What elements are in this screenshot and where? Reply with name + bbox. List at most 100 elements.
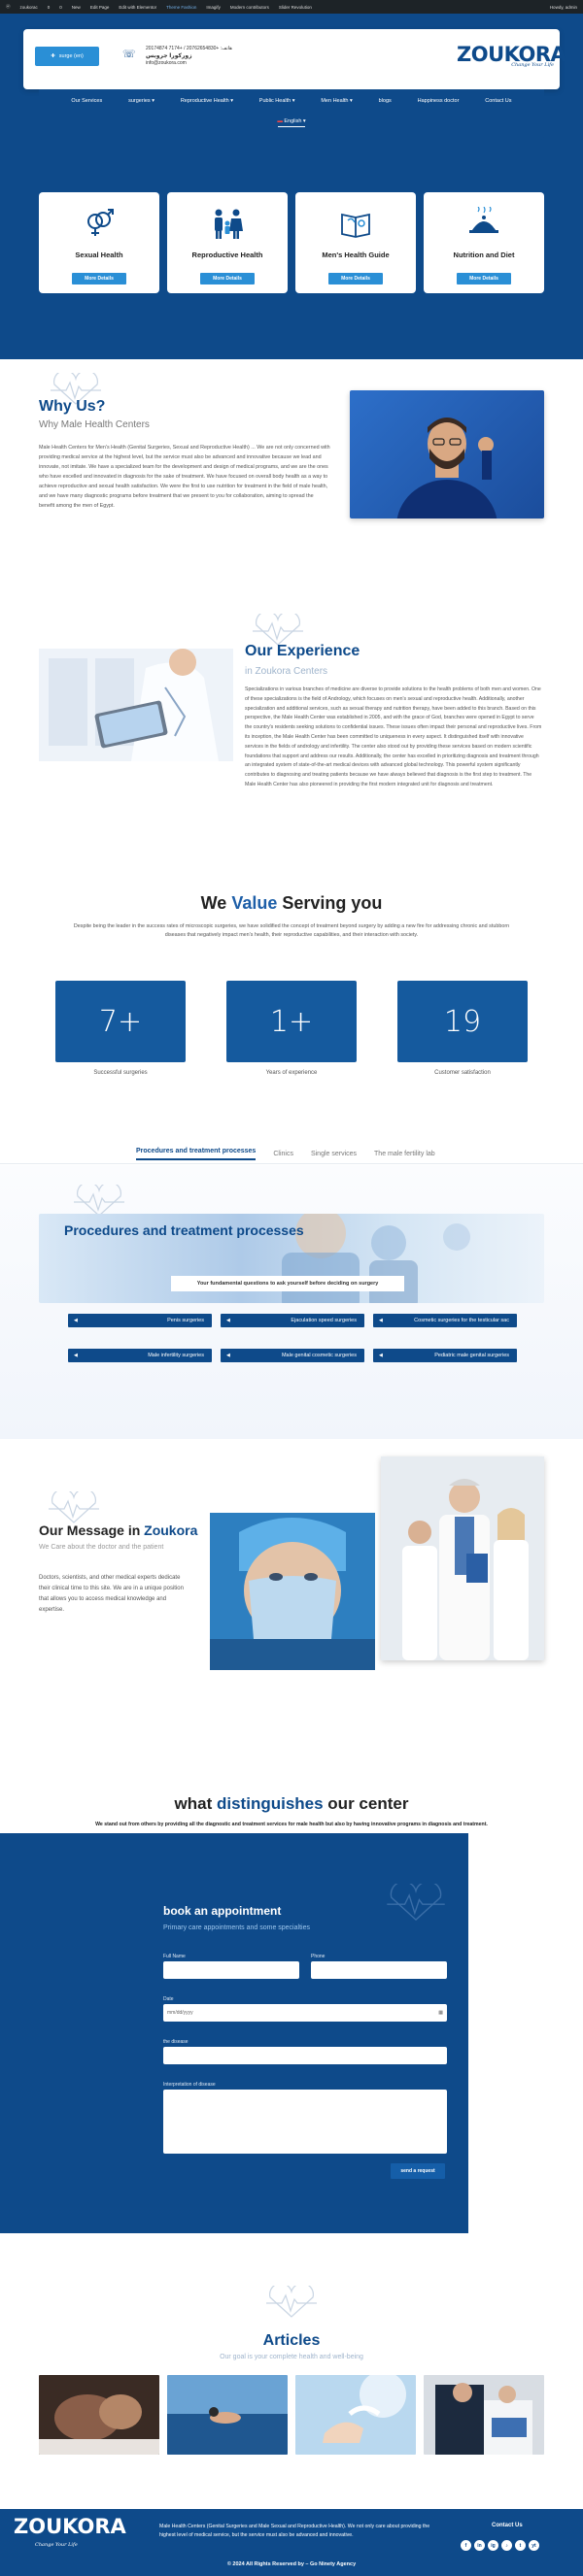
- youtube-icon[interactable]: yt: [529, 2540, 539, 2551]
- stat-label: Successful surgeries: [93, 1070, 148, 1076]
- more-details-button[interactable]: More Details: [457, 273, 511, 284]
- procedures-title: Procedures and treatment processes: [64, 1222, 304, 1238]
- experience-text: Specializations in various branches of m…: [245, 686, 542, 787]
- experience-subtitle: in Zoukora Centers: [245, 666, 328, 677]
- admin-bar-item[interactable]: Edit with Elementor: [119, 5, 156, 10]
- footer-contact-title: Contact Us: [492, 2523, 523, 2528]
- nav-item-public-health[interactable]: Public Health ▾: [259, 98, 295, 104]
- article-image[interactable]: [295, 2375, 416, 2455]
- heart-pulse-icon: [49, 1491, 99, 1523]
- language-switcher[interactable]: ▬ English ▾: [39, 118, 544, 127]
- tabs-divider: [0, 1163, 583, 1164]
- arrow-icon: ◀: [379, 1353, 383, 1358]
- service-card-mens-health-guide[interactable]: Men's Health Guide More Details: [295, 192, 416, 293]
- stat-box-surgeries: 7+: [55, 981, 186, 1062]
- tab-procedures[interactable]: Procedures and treatment processes: [136, 1148, 257, 1160]
- proc-button-testicular[interactable]: ◀ Cosmetic surgeries for the testicular s…: [373, 1314, 517, 1327]
- appointment-subtitle: Primary care appointments and some speci…: [163, 1924, 310, 1931]
- tab-fertility-lab[interactable]: The male fertility lab: [374, 1151, 435, 1157]
- distinguishes-subtitle: We stand out from others by providing al…: [95, 1822, 488, 1827]
- doctor-tablet-photo: [39, 649, 233, 761]
- site-logo[interactable]: ZOUKORA Change Your Life: [457, 43, 566, 72]
- service-card-sexual-health[interactable]: Sexual Health More Details: [39, 192, 159, 293]
- plus-icon: ✚: [51, 53, 55, 59]
- service-card-nutrition-diet[interactable]: Nutrition and Diet More Details: [424, 192, 544, 293]
- surge-button[interactable]: ✚ surge (en): [35, 47, 99, 66]
- wp-admin-bar: ⓦ zoukorac 0 0 New Edit Page Edit with E…: [0, 0, 583, 14]
- instagram-icon[interactable]: ig: [488, 2540, 498, 2551]
- admin-bar-item[interactable]: Imagify: [206, 5, 221, 10]
- food-tray-icon: [464, 204, 503, 243]
- wp-logo-icon[interactable]: ⓦ: [6, 4, 11, 10]
- nav-item-surgeries[interactable]: surgeries ▾: [128, 98, 154, 104]
- heart-pulse-icon: [253, 614, 303, 646]
- nav-item-men-health[interactable]: Men Health ▾: [321, 98, 352, 104]
- date-input[interactable]: mm/dd/yyyy ▦: [163, 2004, 447, 2022]
- doctors-team-photo: [381, 1456, 544, 1660]
- nav-item-happiness-doctor[interactable]: Happiness doctor: [418, 98, 460, 104]
- admin-bar-item[interactable]: New: [72, 5, 81, 10]
- why-us-text: Male Health Centers for Men's Health (Ge…: [39, 445, 330, 509]
- calendar-icon[interactable]: ▦: [438, 2010, 443, 2016]
- full-name-label: Full Name: [163, 1954, 186, 1959]
- stat-label: Years of experience: [265, 1070, 318, 1076]
- facebook-icon[interactable]: f: [461, 2540, 471, 2551]
- nav-item-contact-us[interactable]: Contact Us: [485, 98, 511, 104]
- admin-bar-item[interactable]: zoukorac: [20, 5, 38, 10]
- arrow-icon: ◀: [226, 1318, 230, 1323]
- heart-pulse-icon: [74, 1185, 124, 1217]
- phone-input[interactable]: [311, 1961, 447, 1979]
- footer-logo-tagline: Change Your Life: [35, 2542, 78, 2548]
- tiktok-icon[interactable]: ♪: [501, 2540, 512, 2551]
- flag-icon: ▬: [277, 118, 283, 124]
- procedures-question-banner[interactable]: Your fundamental questions to ask yourse…: [171, 1276, 404, 1291]
- linkedin-icon[interactable]: in: [474, 2540, 485, 2551]
- service-card-reproductive-health[interactable]: Reproductive Health More Details: [167, 192, 288, 293]
- contact-email[interactable]: info@zoukora.com: [146, 60, 311, 68]
- more-details-button[interactable]: More Details: [328, 273, 383, 284]
- gender-symbols-icon: [80, 204, 119, 243]
- more-details-button[interactable]: More Details: [72, 273, 126, 284]
- arrow-icon: ◀: [74, 1318, 78, 1323]
- footer-logo[interactable]: ZOUKORA: [14, 2515, 126, 2538]
- smiling-man-photo: [350, 390, 544, 519]
- tab-clinics[interactable]: Clinics: [273, 1151, 293, 1157]
- date-label: Date: [163, 1996, 174, 2002]
- stat-box-years: 1+: [226, 981, 357, 1062]
- full-name-input[interactable]: [163, 1961, 299, 1979]
- proc-button-genital-cosmetic[interactable]: ◀ Male genital cosmetic surgeries: [221, 1349, 364, 1362]
- surgeon-mask-photo: [210, 1513, 375, 1670]
- more-details-button[interactable]: More Details: [200, 273, 255, 284]
- nav-item-reproductive-health[interactable]: Reproductive Health ▾: [181, 98, 233, 104]
- proc-button-infertility[interactable]: ◀ Male infertility surgeries: [68, 1349, 212, 1362]
- admin-bar-item[interactable]: 0: [59, 5, 62, 10]
- nav-item-our-services[interactable]: Our Services: [71, 98, 102, 104]
- arrow-icon: ◀: [226, 1353, 230, 1358]
- admin-bar-item[interactable]: Modern contributors: [230, 5, 269, 10]
- admin-greeting[interactable]: Howdy, admin: [550, 5, 577, 10]
- footer-about: Male Health Centers (Genital Surgeries a…: [159, 2524, 430, 2538]
- nav-item-blogs[interactable]: blogs: [379, 98, 392, 104]
- article-image[interactable]: [39, 2375, 159, 2455]
- heart-pulse-icon: [266, 2286, 317, 2318]
- articles-subtitle: Our goal is your complete health and wel…: [220, 2354, 363, 2360]
- admin-bar-item[interactable]: Slider Revolution: [279, 5, 312, 10]
- footer-copyright: © 2024 All Rights Reserved by – Go Ninet…: [226, 2561, 357, 2567]
- admin-bar-item[interactable]: Theme Fashion: [166, 5, 196, 10]
- proc-button-pediatric[interactable]: ◀ Pediatric male genital surgeries: [373, 1349, 517, 1362]
- language-underline: [278, 126, 305, 127]
- send-request-button[interactable]: send a request: [391, 2163, 445, 2179]
- proc-button-penis-surgeries[interactable]: ◀ Penis surgeries: [68, 1314, 212, 1327]
- interpretation-textarea[interactable]: [163, 2090, 447, 2154]
- twitter-icon[interactable]: t: [515, 2540, 526, 2551]
- article-image[interactable]: [424, 2375, 544, 2455]
- why-us-title: Why Us?: [39, 398, 106, 415]
- admin-bar-item[interactable]: 0: [48, 5, 51, 10]
- admin-bar-item[interactable]: Edit Page: [90, 5, 110, 10]
- tab-single-services[interactable]: Single services: [311, 1151, 357, 1157]
- disease-input[interactable]: [163, 2047, 447, 2064]
- contact-phones: 20174874 7174+ / 20762654830+ :هاتف: [146, 46, 232, 51]
- article-image[interactable]: [167, 2375, 288, 2455]
- heart-pulse-icon: [387, 1884, 445, 1922]
- proc-button-ejaculation[interactable]: ◀ Ejaculation speed surgeries: [221, 1314, 364, 1327]
